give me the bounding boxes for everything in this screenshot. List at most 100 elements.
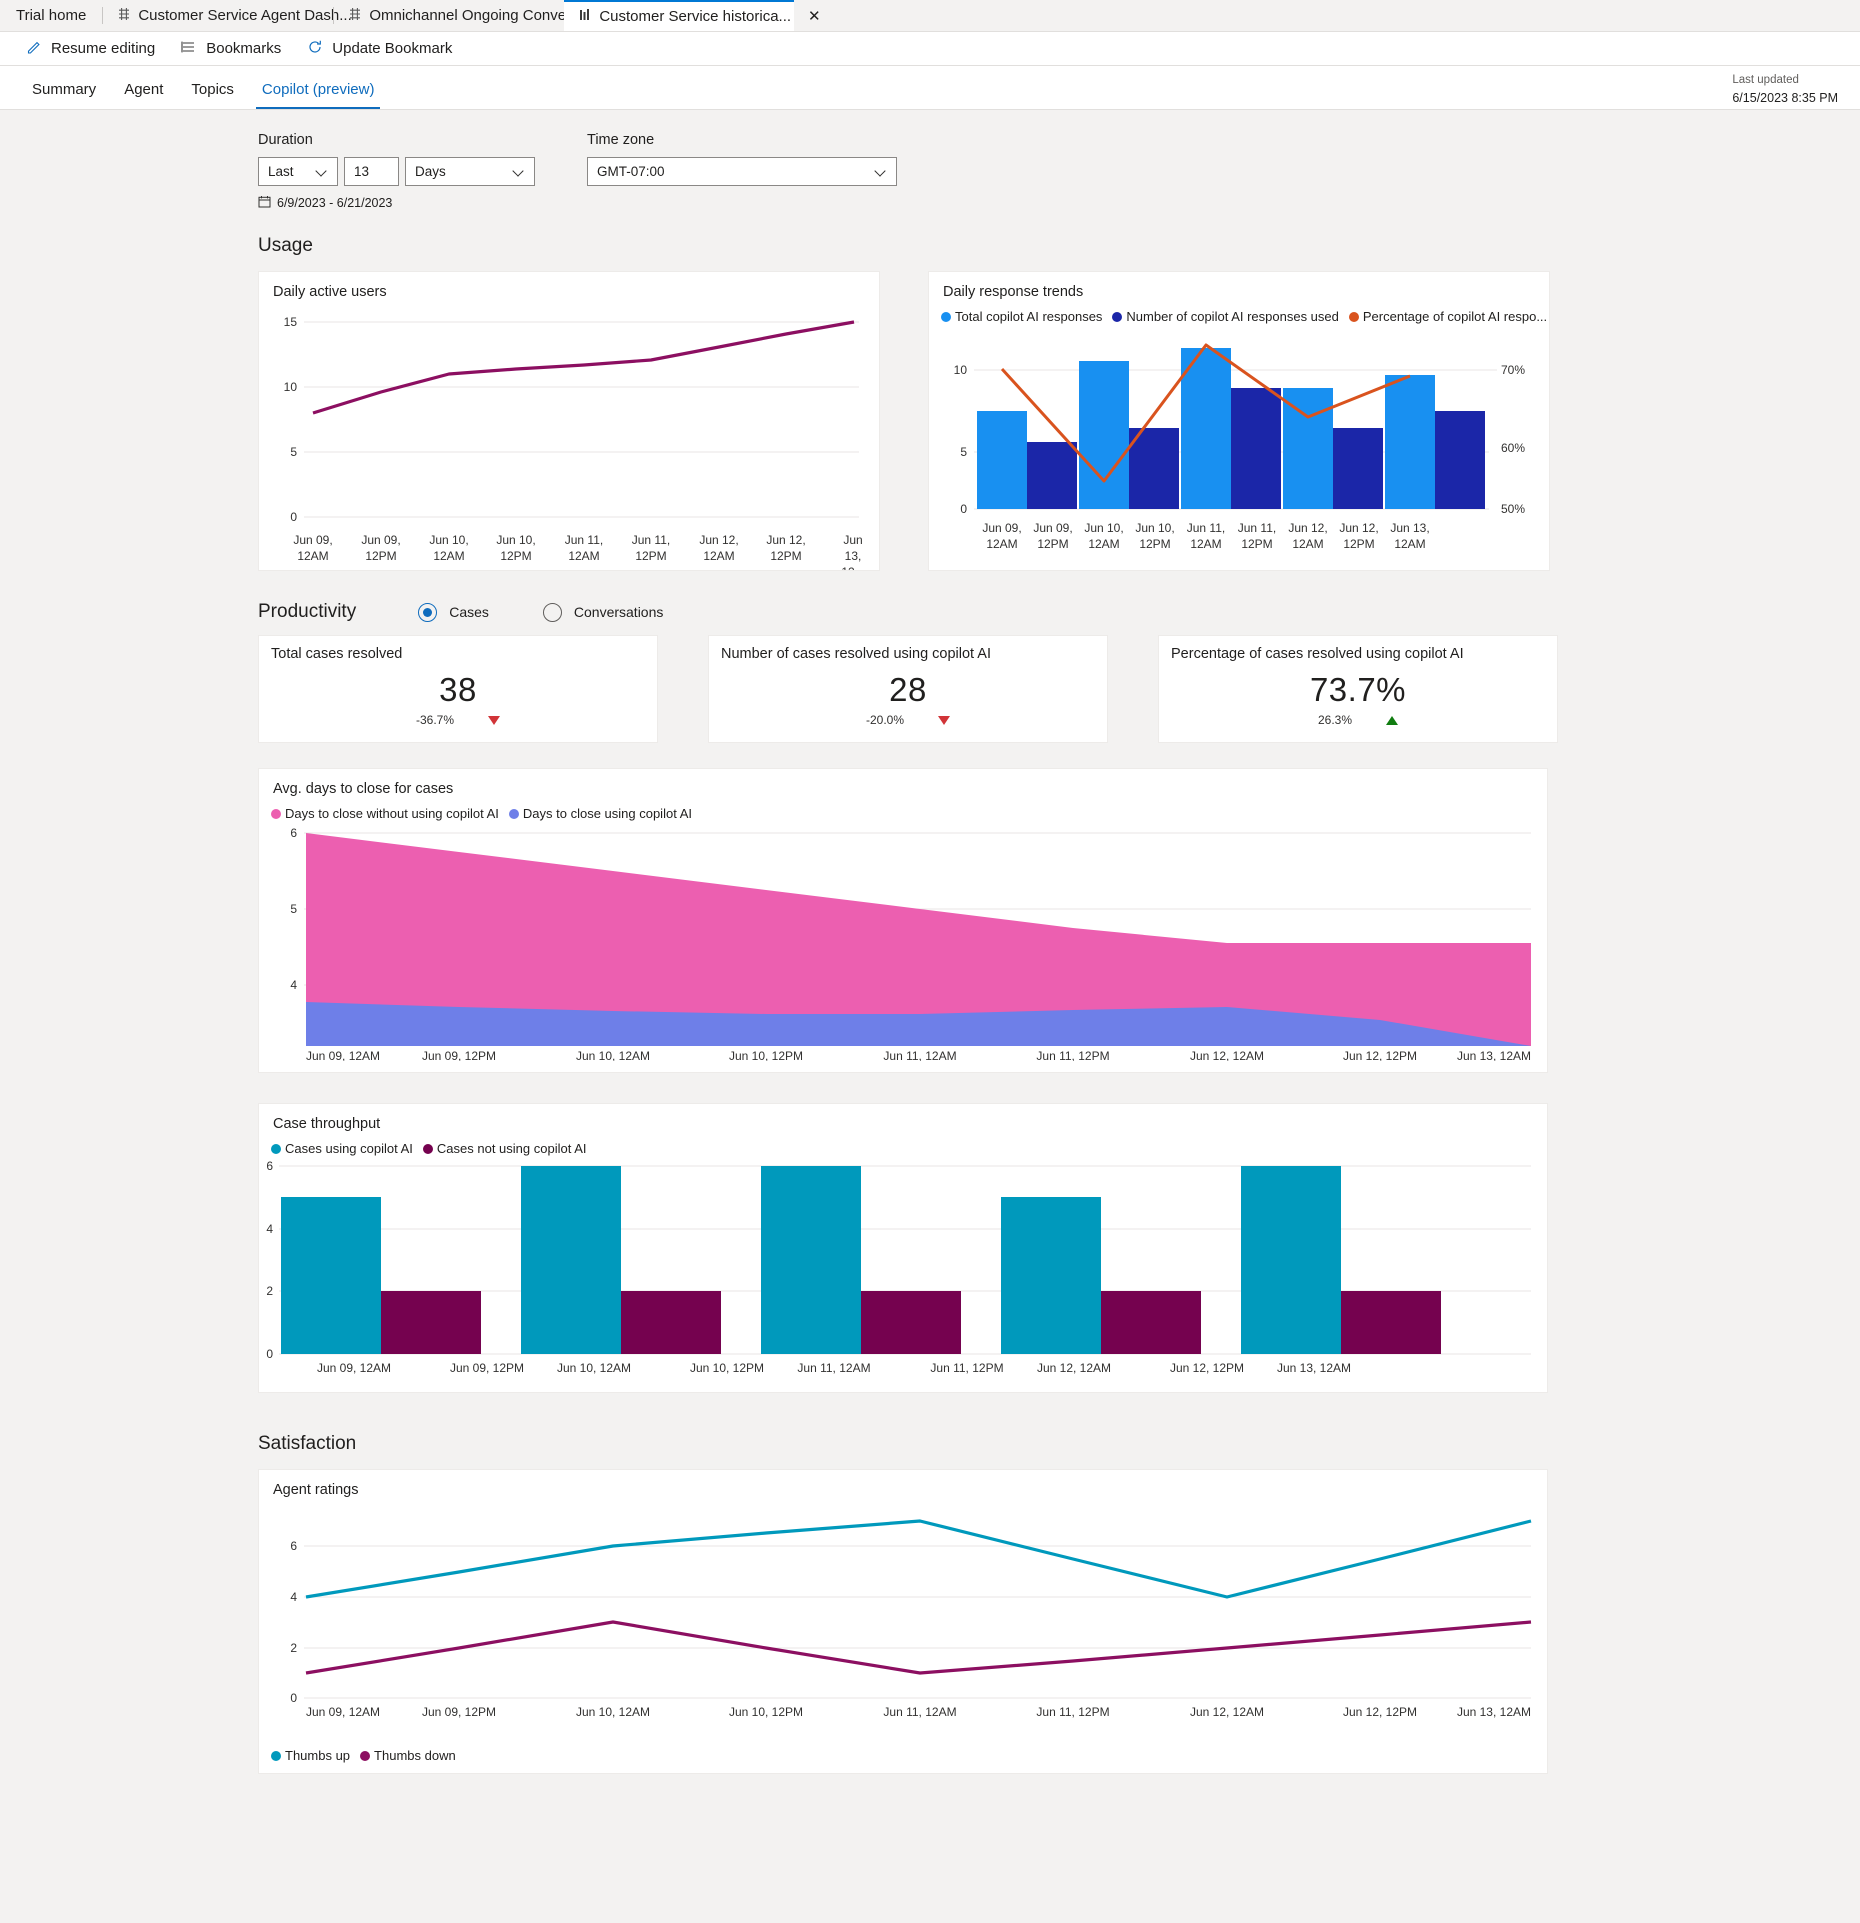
bar-responses-used[interactable] [1231,388,1281,509]
svg-text:12...: 12... [841,565,864,570]
trend-up-icon [1386,716,1398,725]
svg-text:12PM: 12PM [1139,537,1170,551]
tab-label: Customer Service historica... [599,8,791,25]
bookmarks-button[interactable]: Bookmarks [181,39,281,59]
tab-copilot-preview[interactable]: Copilot (preview) [248,81,389,109]
tab-customer-service-historical[interactable]: Customer Service historica... ✕ [564,0,794,31]
trend-down-icon [938,716,950,725]
legend-item[interactable]: Days to close without using copilot AI [271,806,499,821]
bar-cases-not-using-copilot[interactable] [1101,1291,1201,1354]
bar-total-responses[interactable] [1385,375,1435,509]
duration-mode-value: Last [268,164,294,179]
svg-text:Jun 10, 12AM: Jun 10, 12AM [576,1049,650,1061]
svg-text:Jun 12, 12PM: Jun 12, 12PM [1170,1361,1244,1375]
bar-cases-not-using-copilot[interactable] [861,1291,961,1354]
duration-label: Duration [258,132,535,148]
kpi-percentage-cases-resolved-using-copilot: Percentage of cases resolved using copil… [1158,635,1558,743]
trend-down-icon [488,716,500,725]
bar-cases-using-copilot[interactable] [1241,1166,1341,1354]
svg-text:2: 2 [266,1284,273,1298]
legend-item[interactable]: Cases using copilot AI [271,1141,413,1156]
chart-card-avg-days-to-close: Avg. days to close for cases Days to clo… [258,768,1548,1073]
dashboard-icon [117,7,131,25]
duration-value-input[interactable]: 13 [344,157,399,186]
duration-filter: Duration Last 13 Days 6/9/2023 - 6/2 [258,132,535,211]
bar-cases-not-using-copilot[interactable] [621,1291,721,1354]
legend-item[interactable]: Total copilot AI responses [941,309,1102,324]
kpi-delta: 26.3% [1318,713,1352,727]
svg-text:12AM: 12AM [568,549,599,563]
svg-text:Jun 11, 12PM: Jun 11, 12PM [1036,1705,1109,1719]
bar-cases-using-copilot[interactable] [761,1166,861,1354]
report-canvas: Duration Last 13 Days 6/9/2023 - 6/2 [0,110,1860,1922]
bar-responses-used[interactable] [1027,442,1077,509]
chevron-down-icon [514,166,525,177]
duration-unit-value: Days [415,164,446,179]
tab-topics[interactable]: Topics [177,81,248,109]
bar-responses-used[interactable] [1435,411,1485,509]
svg-text:12AM: 12AM [1292,537,1323,551]
svg-text:Jun 10, 12AM: Jun 10, 12AM [576,1705,650,1719]
tab-customer-service-agent-dashboard[interactable]: Customer Service Agent Dash... [103,0,333,31]
duration-unit-select[interactable]: Days [405,157,535,186]
chevron-down-icon [317,166,328,177]
legend-item[interactable]: Thumbs up [271,1748,350,1763]
line-thumbs-up [306,1521,1531,1597]
tab-agent[interactable]: Agent [110,81,177,109]
svg-text:Jun 13, 12AM: Jun 13, 12AM [1457,1705,1531,1719]
legend-label: Days to close without using copilot AI [285,806,499,821]
bar-cases-using-copilot[interactable] [281,1197,381,1354]
resume-editing-button[interactable]: Resume editing [26,39,155,59]
tab-omnichannel-ongoing-conversations[interactable]: Omnichannel Ongoing Conve... [334,0,564,31]
bar-total-responses[interactable] [977,411,1027,509]
svg-text:0: 0 [960,502,967,516]
bar-cases-not-using-copilot[interactable] [1341,1291,1441,1354]
svg-text:Jun 11, 12AM: Jun 11, 12AM [797,1361,870,1375]
svg-text:Jun 12, 12AM: Jun 12, 12AM [1190,1705,1264,1719]
last-updated: Last updated 6/15/2023 8:35 PM [1732,72,1838,107]
radio-cases[interactable]: Cases [418,603,489,622]
svg-text:Jun 13,: Jun 13, [1390,521,1429,535]
bar-total-responses[interactable] [1079,361,1129,509]
dashboard-icon [348,7,362,25]
kpi-cases-resolved-using-copilot: Number of cases resolved using copilot A… [708,635,1108,743]
legend-item[interactable]: Cases not using copilot AI [423,1141,587,1156]
chart-card-daily-active-users: Daily active users 15 10 5 0 Jun 09,12AM… [258,271,880,571]
svg-text:12AM: 12AM [1088,537,1119,551]
svg-text:70%: 70% [1501,363,1525,377]
radio-conversations[interactable]: Conversations [543,603,664,622]
svg-text:Jun 10,: Jun 10, [429,533,468,547]
legend-swatch [941,312,951,322]
legend-item[interactable]: Thumbs down [360,1748,456,1763]
productivity-header: Productivity Cases Conversations [258,601,1860,623]
kpi-delta: -36.7% [416,713,454,727]
bar-total-responses[interactable] [1181,348,1231,509]
bar-cases-using-copilot[interactable] [521,1166,621,1354]
legend-item[interactable]: Percentage of copilot AI respo... [1349,309,1547,324]
legend-swatch [360,1751,370,1761]
svg-text:4: 4 [266,1222,273,1236]
bar-cases-not-using-copilot[interactable] [381,1291,481,1354]
kpi-delta: -20.0% [866,713,904,727]
bar-cases-using-copilot[interactable] [1001,1197,1101,1354]
bar-responses-used[interactable] [1333,428,1383,509]
tab-trial-home[interactable]: Trial home [0,0,102,31]
duration-mode-select[interactable]: Last [258,157,338,186]
timezone-select[interactable]: GMT-07:00 [587,157,897,186]
svg-text:Jun 13, 12AM: Jun 13, 12AM [1277,1361,1351,1375]
chevron-down-icon [876,166,887,177]
update-bookmark-label: Update Bookmark [332,40,452,57]
svg-text:60%: 60% [1501,441,1525,455]
svg-text:Jun 10,: Jun 10, [1135,521,1174,535]
svg-text:10: 10 [284,380,298,394]
update-bookmark-button[interactable]: Update Bookmark [307,39,452,59]
legend-item[interactable]: Number of copilot AI responses used [1112,309,1338,324]
legend-label: Thumbs up [285,1748,350,1763]
svg-text:Jun 11, 12AM: Jun 11, 12AM [883,1049,956,1061]
tab-summary[interactable]: Summary [18,81,110,109]
legend-item[interactable]: Days to close using copilot AI [509,806,692,821]
close-icon[interactable]: ✕ [808,9,821,24]
svg-text:4: 4 [290,978,297,992]
timezone-value: GMT-07:00 [597,164,665,179]
svg-text:6: 6 [290,1539,297,1553]
